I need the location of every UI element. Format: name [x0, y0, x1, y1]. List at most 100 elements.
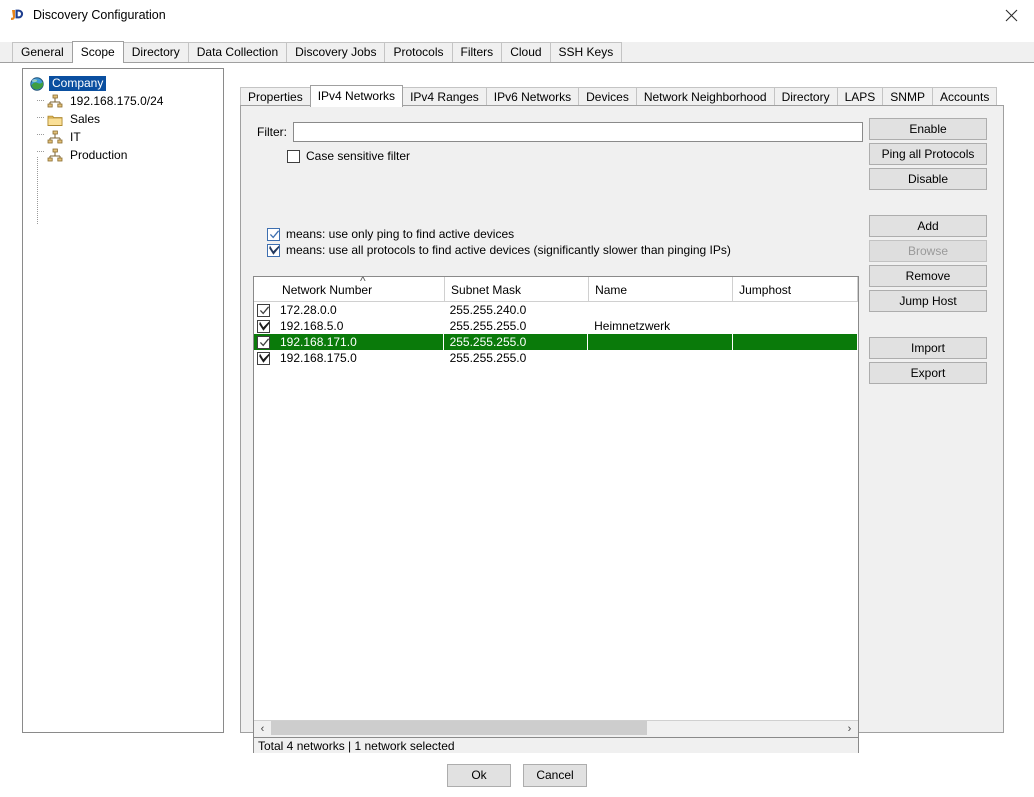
tree-node-label: Company [49, 76, 107, 91]
cell-network-number: 192.168.5.0 [280, 319, 344, 333]
dialog-body: Company 192.168.175.0/24 Sales IT Production… [0, 63, 1034, 756]
inner-tab-directory[interactable]: Directory [773, 87, 838, 106]
table-header-gutter [254, 277, 276, 301]
cell-subnet-mask: 255.255.255.0 [449, 351, 527, 365]
column-header-name[interactable]: Name [589, 277, 734, 301]
column-header-label: Name [595, 283, 628, 297]
column-header-label: Jumphost [739, 283, 792, 297]
tree-guide-line [37, 151, 45, 152]
row-ping-only-checkbox[interactable] [257, 303, 270, 317]
table-row[interactable]: 192.168.175.0 255.255.255.0 [254, 350, 858, 366]
table-body[interactable]: 172.28.0.0 255.255.240.0 192.168.5.0 255.25… [254, 302, 858, 720]
chevron-right-icon[interactable]: › [841, 721, 858, 737]
button-group-spacer [869, 193, 993, 215]
ipv4-networks-panel: Filter: Case sensitive filter means: use… [240, 105, 1004, 756]
cell-name [588, 350, 733, 366]
tree-node-192-168-175-0-24[interactable]: 192.168.175.0/24 [23, 93, 223, 110]
cell-network-number: 172.28.0.0 [280, 303, 337, 317]
button-ok[interactable]: Ok [447, 763, 511, 787]
button-enable[interactable]: Enable [869, 118, 987, 140]
cell-subnet-mask: 255.255.240.0 [449, 303, 527, 317]
scrollbar-track[interactable] [271, 721, 841, 737]
tree-node-label: Production [70, 148, 128, 162]
inner-tab-laps[interactable]: LAPS [836, 87, 884, 106]
table-header-row: Network Number Subnet Mask Name Jumphost [254, 274, 858, 302]
cell-jumphost [733, 318, 858, 334]
button-disable[interactable]: Disable [869, 168, 987, 190]
button-import[interactable]: Import [869, 337, 987, 359]
case-sensitive-checkbox[interactable] [287, 149, 300, 163]
cell-jumphost [733, 350, 858, 366]
button-remove[interactable]: Remove [869, 265, 987, 287]
main-tab-ssh-keys[interactable]: SSH Keys [549, 42, 623, 62]
legend-row-protocols: means: use all protocols to find active … [267, 242, 731, 258]
tree-guide-line [37, 157, 38, 224]
close-icon[interactable] [988, 0, 1034, 30]
column-header-label: Subnet Mask [451, 283, 522, 297]
button-cancel[interactable]: Cancel [523, 763, 587, 787]
row-ping-only-checkbox[interactable] [257, 335, 270, 349]
action-button-column: Enable Ping all Protocols Disable Add Browse… [869, 118, 993, 387]
inner-tab-accounts[interactable]: Accounts [931, 87, 998, 106]
column-header-jumphost[interactable]: Jumphost [733, 277, 858, 301]
scrollbar-thumb[interactable] [271, 721, 648, 735]
main-tab-directory[interactable]: Directory [122, 42, 189, 62]
inner-tab-devices[interactable]: Devices [578, 87, 637, 106]
main-tab-scope[interactable]: Scope [71, 41, 124, 63]
main-tab-strip: General Scope Directory Data Collection Disc… [0, 41, 1034, 63]
window-title: Discovery Configuration [33, 8, 166, 22]
networks-table[interactable]: Network Number Subnet Mask Name Jumphost 17… [253, 274, 859, 738]
inner-tab-snmp[interactable]: SNMP [882, 87, 933, 106]
inner-tab-network-neighborhood[interactable]: Network Neighborhood [635, 87, 775, 106]
inner-tab-ipv4-ranges[interactable]: IPv4 Ranges [402, 87, 487, 106]
main-tab-general[interactable]: General [12, 42, 73, 62]
button-export[interactable]: Export [869, 362, 987, 384]
network-icon [47, 94, 63, 110]
filter-input[interactable] [293, 122, 863, 142]
dialog-button-bar: Ok Cancel [0, 753, 1034, 797]
main-tab-filters[interactable]: Filters [451, 42, 503, 62]
main-tab-discovery-jobs[interactable]: Discovery Jobs [286, 42, 386, 62]
scope-tree-panel[interactable]: Company 192.168.175.0/24 Sales IT Production [22, 68, 224, 733]
main-tab-data-collection[interactable]: Data Collection [187, 42, 288, 62]
cell-jumphost [733, 334, 858, 350]
cell-network-number: 192.168.175.0 [280, 351, 357, 365]
tree-node-label: IT [70, 130, 81, 144]
network-icon [47, 130, 63, 146]
all-protocols-checkbox-icon [267, 243, 280, 257]
horizontal-scrollbar[interactable]: ‹ › [254, 720, 858, 737]
legend-text: means: use only ping to find active devi… [286, 227, 515, 241]
tree-node-sales[interactable]: Sales [23, 111, 223, 128]
case-sensitive-filter-row[interactable]: Case sensitive filter [287, 149, 410, 163]
tree-node-company[interactable]: Company [23, 75, 223, 92]
table-row[interactable]: 192.168.171.0 255.255.255.0 [254, 334, 858, 350]
cell-network-number: 192.168.171.0 [274, 334, 444, 350]
tree-node-it[interactable]: IT [23, 129, 223, 146]
column-header-network-number[interactable]: Network Number [276, 274, 446, 301]
network-icon [47, 148, 63, 164]
tree-node-production[interactable]: Production [23, 147, 223, 164]
scope-content-panel: Properties IPv4 Networks IPv4 Ranges IPv6 N… [236, 68, 1008, 756]
row-all-protocols-checkbox[interactable] [257, 319, 270, 333]
tree-node-list: Company 192.168.175.0/24 Sales IT Production [23, 75, 223, 164]
cell-name [588, 302, 733, 318]
button-add[interactable]: Add [869, 215, 987, 237]
inner-tab-ipv4-networks[interactable]: IPv4 Networks [309, 85, 404, 107]
tree-guide-line [37, 100, 45, 101]
folder-icon [47, 112, 63, 128]
row-all-protocols-checkbox[interactable] [257, 351, 270, 365]
main-tab-protocols[interactable]: Protocols [384, 42, 453, 62]
chevron-left-icon[interactable]: ‹ [254, 721, 271, 737]
column-header-subnet-mask[interactable]: Subnet Mask [445, 277, 590, 301]
title-bar: Discovery Configuration [0, 0, 1034, 30]
main-tab-cloud[interactable]: Cloud [501, 42, 551, 62]
cell-jumphost [733, 302, 858, 318]
button-jump-host[interactable]: Jump Host [869, 290, 987, 312]
button-ping-all-protocols[interactable]: Ping all Protocols [869, 143, 987, 165]
inner-tab-ipv6-networks[interactable]: IPv6 Networks [485, 87, 580, 106]
cell-subnet-mask: 255.255.255.0 [449, 319, 527, 333]
inner-tab-strip: Properties IPv4 Networks IPv4 Ranges IPv6 N… [236, 85, 1008, 107]
table-row[interactable]: 192.168.5.0 255.255.255.0 Heimnetzwerk [254, 318, 858, 334]
table-row[interactable]: 172.28.0.0 255.255.240.0 [254, 302, 858, 318]
inner-tab-properties[interactable]: Properties [240, 87, 311, 106]
